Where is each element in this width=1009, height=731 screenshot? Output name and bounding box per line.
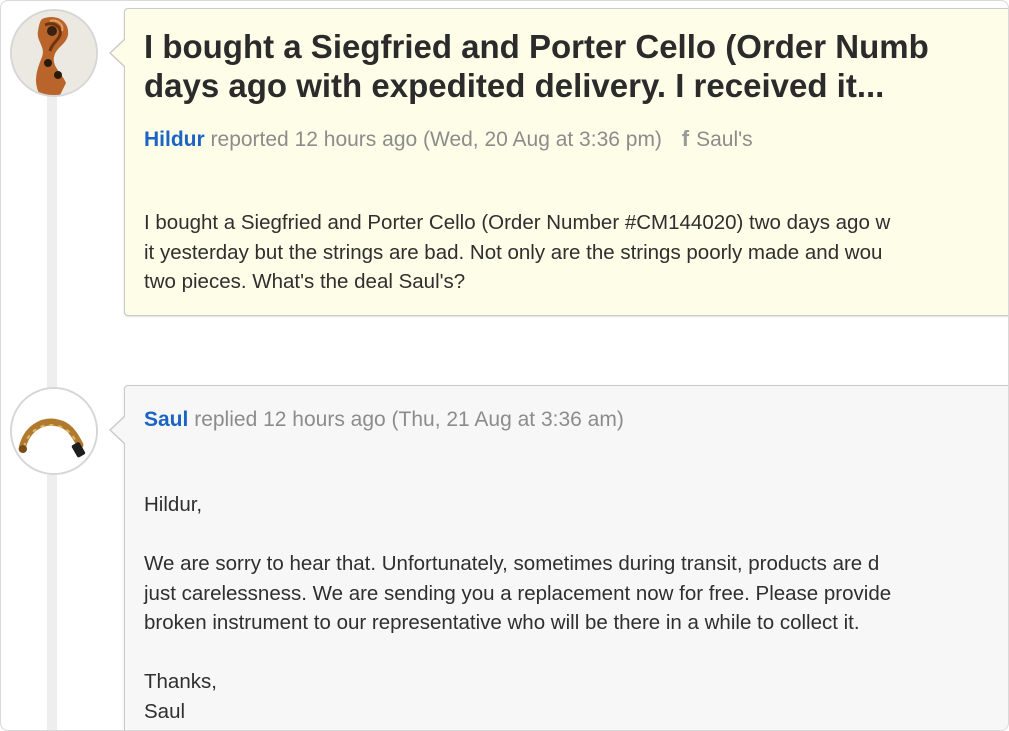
reply-body: Hildur, We are sorry to hear that. Unfor… [144,490,891,726]
report-meta: Hildur reported 12 hours ago (Wed, 20 Au… [144,126,753,153]
reply-greeting: Hildur, [144,493,203,516]
reply-body-line: just carelessness. We are sending you a … [144,581,892,605]
reply-meta: Saul replied 12 hours ago (Thu, 21 Aug a… [144,407,624,433]
report-body: I bought a Siegfried and Porter Cello (O… [144,208,890,297]
conversation-thread: I bought a Siegfried and Porter Cello (O… [0,0,1009,731]
report-title-line: I bought a Siegfried and Porter Cello (O… [144,28,929,65]
reply-timestamp[interactable]: 12 hours ago (Thu, 21 Aug at 3:36 am) [263,408,624,431]
author-link-saul[interactable]: Saul [144,408,188,431]
author-link-hildur[interactable]: Hildur [144,128,205,151]
report-card: I bought a Siegfried and Porter Cello (O… [109,8,1008,316]
report-timestamp[interactable]: 12 hours ago (Wed, 20 Aug at 3:36 pm) [295,128,662,151]
report-body-line: two pieces. What's the deal Saul's? [144,270,466,293]
reply-action: replied [194,408,258,431]
hildur-avatar[interactable] [10,9,98,97]
facebook-icon: f [681,126,690,151]
report-body-line: I bought a Siegfried and Porter Cello (O… [144,211,891,234]
report-title-line: days ago with expedited delivery. I rece… [144,67,885,104]
reply-card: Saul replied 12 hours ago (Thu, 21 Aug a… [109,385,1008,730]
reply-signature: Saul [144,699,186,723]
saul-avatar[interactable] [10,387,98,475]
reply-body-line: broken instrument to our representative … [144,611,860,634]
report-body-line: it yesterday but the strings are bad. No… [144,240,883,264]
reply-signoff: Thanks, [144,670,217,693]
channel-link[interactable]: Saul's [696,128,753,151]
reply-body-line: We are sorry to hear that. Unfortunately… [144,552,880,575]
report-title[interactable]: I bought a Siegfried and Porter Cello (O… [144,27,1008,105]
report-action: reported [210,128,289,151]
